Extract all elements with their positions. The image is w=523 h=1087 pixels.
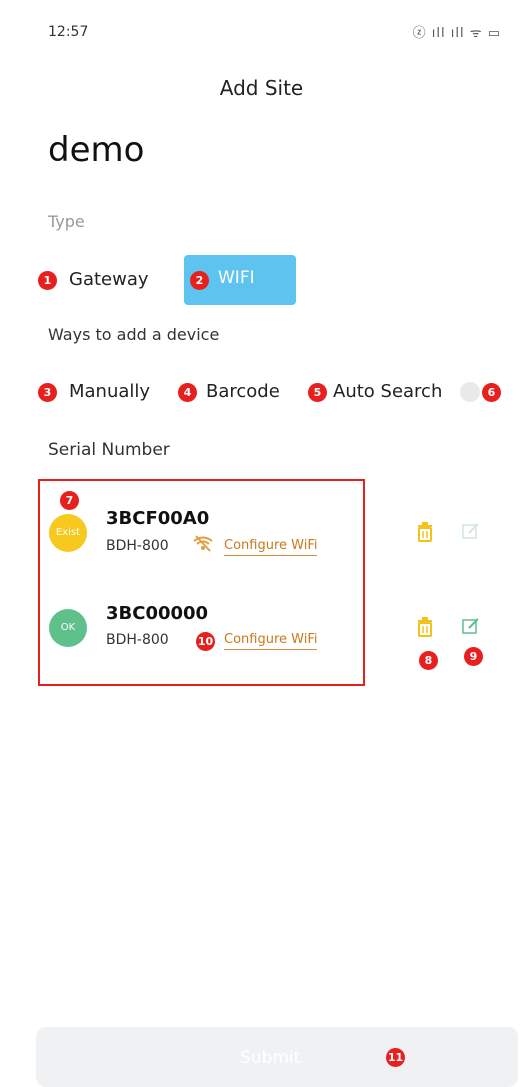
- submit-label: Submit: [240, 1048, 301, 1068]
- status-time: 12:57: [48, 24, 89, 40]
- badge-3: 3: [38, 383, 57, 402]
- configure-wifi-link[interactable]: Configure WiFi: [224, 632, 318, 650]
- page-title: Add Site: [219, 76, 304, 100]
- trash-icon[interactable]: [417, 522, 433, 542]
- badge-4: 4: [178, 383, 197, 402]
- badge-10: 10: [196, 632, 215, 651]
- gateway-option[interactable]: Gateway: [69, 269, 149, 290]
- wifi-off-icon: [192, 534, 214, 552]
- badge-6: 6: [482, 383, 501, 402]
- site-name: demo: [48, 130, 145, 170]
- edit-icon[interactable]: [462, 617, 480, 635]
- ways-label: Ways to add a device: [48, 325, 220, 344]
- status-icons: ⓩ ıll ıll ᯤ ▭: [412, 26, 501, 41]
- auto-search-option[interactable]: Auto Search: [333, 381, 442, 402]
- configure-wifi-link[interactable]: Configure WiFi: [224, 538, 318, 556]
- device-model: BDH-800: [106, 538, 169, 554]
- badge-1: 1: [38, 271, 57, 290]
- serial-number-label: Serial Number: [48, 440, 170, 460]
- device-serial: 3BC00000: [106, 603, 209, 624]
- info-icon[interactable]: [460, 382, 480, 402]
- device-status-exist: Exist: [49, 514, 87, 552]
- trash-icon[interactable]: [417, 617, 433, 637]
- device-model: BDH-800: [106, 632, 169, 648]
- badge-11: 11: [386, 1048, 405, 1067]
- device-serial: 3BCF00A0: [106, 508, 210, 529]
- barcode-option[interactable]: Barcode: [206, 381, 280, 402]
- badge-5: 5: [308, 383, 327, 402]
- manually-option[interactable]: Manually: [69, 381, 150, 402]
- type-label: Type: [48, 212, 85, 231]
- badge-9: 9: [464, 647, 483, 666]
- badge-8: 8: [419, 651, 438, 670]
- device-status-ok: OK: [49, 609, 87, 647]
- badge-7: 7: [60, 491, 79, 510]
- wifi-option-label: WIFI: [218, 268, 255, 288]
- edit-icon[interactable]: [462, 522, 480, 540]
- badge-2: 2: [190, 271, 209, 290]
